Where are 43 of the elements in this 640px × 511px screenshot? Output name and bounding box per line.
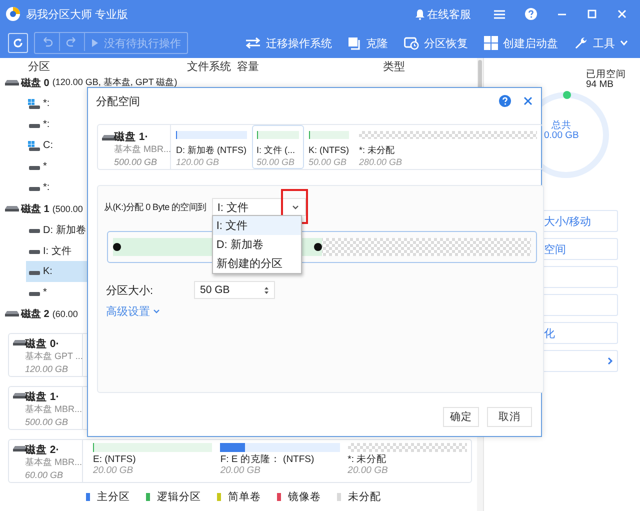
partition-size: 20.00 GB — [93, 465, 134, 476]
legend-label: 逻辑分区 — [157, 490, 201, 504]
partition-size: 50.00 GB — [256, 156, 296, 168]
legend-label: 未分配 — [348, 490, 381, 504]
used-space-label: 已用空间 — [586, 70, 626, 80]
disk-type: 基本盘 MBR... — [25, 404, 82, 416]
allocate-label: 从(K:)分配 0 Byte 的空间到 — [104, 200, 206, 214]
disk-name: 磁盘 1· — [114, 132, 150, 143]
size-label: 分区大小: — [106, 284, 154, 298]
partition-label: D: 新加卷 (NTFS) — [176, 144, 246, 156]
partition-size: 20.00 GB — [348, 465, 389, 476]
disk-size: 500.00 GB — [25, 416, 70, 429]
total-value: 0.00 GB — [544, 131, 579, 141]
column-header: 容量 — [237, 60, 259, 74]
disk-size: 120.00 GB — [25, 364, 70, 376]
disk-name: 磁盘 1· — [25, 392, 60, 404]
dialog-title: 分配空间 — [96, 94, 141, 108]
partition-size: 50.00 GB — [308, 156, 348, 168]
disk-size: 500.00 GB — [114, 157, 158, 168]
partition-size: 280.00 GB — [359, 156, 404, 168]
partition-label: E: (NTFS) — [93, 454, 137, 465]
column-header: 分区 — [28, 60, 50, 74]
disk-name: 磁盘 0· — [25, 339, 60, 352]
legend-label: 镜像卷 — [288, 490, 321, 504]
partition-label: F: E 的克隆： (NTFS) — [220, 454, 316, 465]
partition-label: K: (NTFS) — [308, 144, 349, 156]
partition-size: 20.00 GB — [220, 465, 262, 476]
disk-type: 基本盘 MBR... — [25, 457, 82, 470]
disk-type: 基本盘 MBR... — [114, 144, 172, 156]
partition-label: *: 未分配 — [348, 454, 388, 465]
legend-label: 主分区 — [97, 490, 130, 504]
disk-type: 基本盘 GPT ... — [25, 351, 83, 364]
disk-name: 磁盘 2· — [25, 445, 60, 458]
partition-label: I: 文件 (... — [256, 144, 296, 156]
partition-size: 120.00 GB — [176, 156, 220, 168]
window-title: 易我分区大师 专业版 — [26, 8, 128, 22]
column-header: 文件系统 — [187, 60, 231, 74]
total-label: 总共 — [550, 121, 572, 131]
disk-size: 60.00 GB — [25, 470, 64, 482]
used-space-value: 94 MB — [586, 80, 614, 90]
partition-label: *: 未分配 — [359, 144, 396, 156]
legend-label: 简单卷 — [228, 490, 261, 504]
column-header: 类型 — [383, 60, 405, 74]
